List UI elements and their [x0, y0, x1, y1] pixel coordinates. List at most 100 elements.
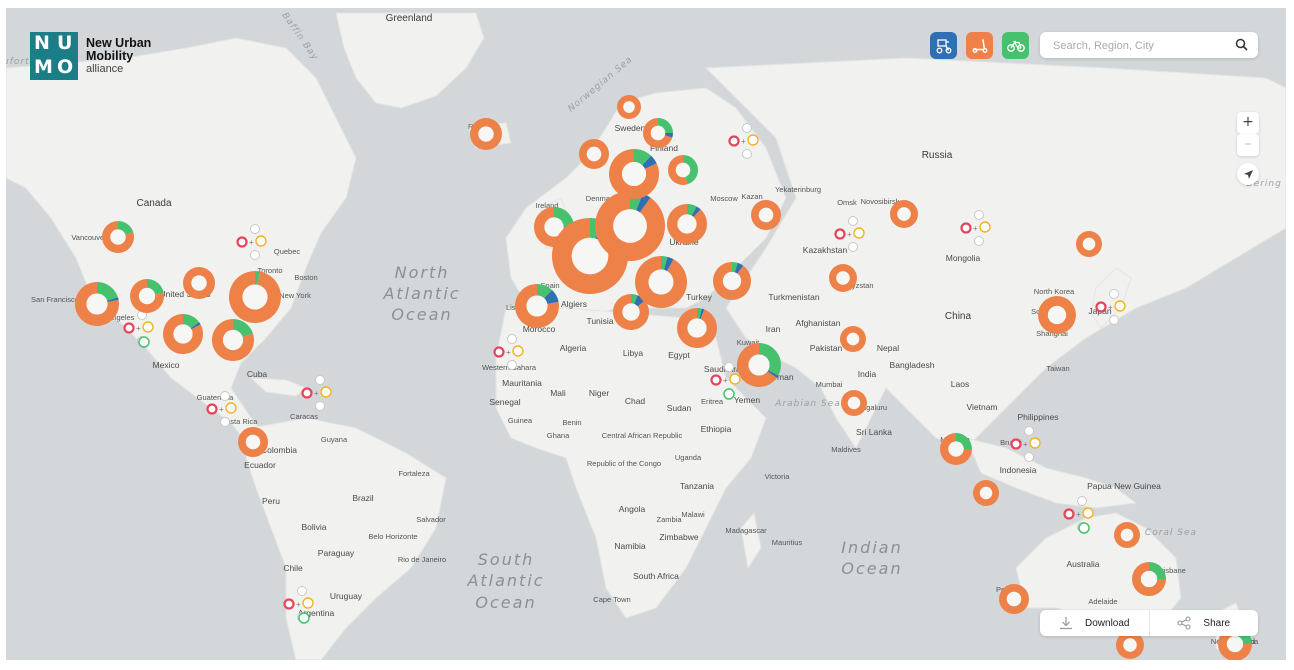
pending-bike-icon[interactable] — [1078, 522, 1090, 534]
pending-red-ring[interactable] — [834, 228, 846, 240]
pending-grey-ring[interactable] — [315, 375, 325, 385]
pending-grey-ring[interactable] — [250, 224, 260, 234]
pending-red-ring[interactable] — [236, 236, 248, 248]
share-icon — [1177, 616, 1191, 630]
pending-grey-ring[interactable] — [974, 210, 984, 220]
pending-scooter-icon[interactable] — [747, 134, 759, 146]
pending-scooter-icon[interactable] — [1082, 507, 1094, 519]
pending-grey-ring[interactable] — [848, 216, 858, 226]
donut-marker-israel[interactable] — [677, 308, 718, 348]
plus-symbol: + — [723, 376, 728, 385]
pending-scooter-icon[interactable] — [512, 345, 524, 357]
pending-red-ring[interactable] — [206, 403, 218, 415]
pending-grey-ring[interactable] — [848, 242, 858, 252]
place-label-salvador: Salvador — [416, 515, 446, 524]
pending-scooter-icon[interactable] — [302, 597, 314, 609]
place-label-turkmenistan: Turkmenistan — [768, 292, 819, 302]
pending-red-ring[interactable] — [710, 374, 722, 386]
donut-marker-germany[interactable] — [595, 191, 666, 261]
pending-grey-ring[interactable] — [742, 149, 752, 159]
pending-scooter-icon[interactable] — [320, 386, 332, 398]
pending-scooter-icon[interactable] — [979, 221, 991, 233]
bike-filter-button[interactable] — [1002, 32, 1029, 59]
pending-scooter-icon[interactable] — [1114, 300, 1126, 312]
donut-marker-east-coast[interactable] — [229, 271, 282, 324]
place-label-caracas: Caracas — [290, 412, 318, 421]
pending-red-ring[interactable] — [283, 598, 295, 610]
pending-grey-ring[interactable] — [315, 401, 325, 411]
pending-red-ring[interactable] — [493, 346, 505, 358]
pending-red-ring[interactable] — [728, 135, 740, 147]
pending-bike-icon[interactable] — [723, 388, 735, 400]
pending-bike-icon[interactable] — [138, 336, 150, 348]
donut-marker-turkey[interactable] — [712, 262, 752, 300]
pending-grey-ring[interactable] — [297, 586, 307, 596]
pending-red-ring[interactable] — [960, 222, 972, 234]
donut-marker-balkans[interactable] — [634, 256, 687, 308]
place-label-benin: Benin — [562, 418, 581, 427]
pending-scooter-icon[interactable] — [225, 402, 237, 414]
zoom-out-button[interactable]: – — [1237, 134, 1259, 156]
pending-red-ring[interactable] — [123, 322, 135, 334]
donut-hole — [622, 303, 640, 321]
donut-hole — [191, 275, 207, 291]
place-label-moscow: Moscow — [710, 194, 738, 203]
donut-marker-baltics[interactable] — [668, 155, 699, 185]
world-map[interactable]: North Atlantic Ocean South Atlantic Ocea… — [6, 8, 1286, 660]
pending-red-ring[interactable] — [1095, 301, 1107, 313]
donut-hole — [847, 396, 861, 410]
zoom-in-button[interactable]: + — [1237, 112, 1259, 134]
pending-grey-ring[interactable] — [507, 334, 517, 344]
pending-red-ring[interactable] — [1063, 508, 1075, 520]
plus-symbol: + — [973, 224, 978, 233]
pending-grey-ring[interactable] — [220, 417, 230, 427]
pending-scooter-icon[interactable] — [729, 373, 741, 385]
pending-scooter-icon[interactable] — [1029, 437, 1041, 449]
pending-scooter-icon[interactable] — [142, 321, 154, 333]
scooter-filter-button[interactable] — [966, 32, 993, 59]
pending-grey-ring[interactable] — [1109, 289, 1119, 299]
plus-symbol: + — [1023, 440, 1028, 449]
place-label-guinea: Guinea — [508, 416, 533, 425]
donut-marker-ukraine[interactable] — [666, 204, 707, 245]
pending-grey-ring[interactable] — [974, 236, 984, 246]
brand-logo[interactable]: N U M O New Urban Mobility alliance — [30, 32, 151, 80]
donut-marker-san-francisco[interactable] — [74, 282, 119, 326]
pending-grey-ring[interactable] — [220, 391, 230, 401]
donut-marker-malaysia[interactable] — [940, 433, 972, 465]
download-button[interactable]: Download — [1040, 610, 1149, 636]
pending-grey-ring[interactable] — [724, 362, 734, 372]
place-label-bangladesh: Bangladesh — [890, 360, 935, 370]
locate-button[interactable] — [1237, 163, 1259, 185]
pending-grey-ring[interactable] — [250, 250, 260, 260]
search-input[interactable] — [1051, 37, 1235, 55]
pending-grey-ring[interactable] — [1024, 452, 1034, 462]
donut-marker-texas[interactable] — [163, 314, 204, 355]
pending-red-ring[interactable] — [301, 387, 313, 399]
pending-grey-ring[interactable] — [1109, 315, 1119, 325]
share-button[interactable]: Share — [1148, 610, 1259, 636]
donut-marker-vancouver[interactable] — [102, 221, 134, 253]
search-icon[interactable] — [1235, 38, 1248, 51]
donut-marker-scandinavia[interactable] — [608, 149, 659, 200]
search-box[interactable] — [1040, 32, 1258, 58]
pending-red-ring[interactable] — [1010, 438, 1022, 450]
pending-grey-ring[interactable] — [1077, 496, 1087, 506]
pending-grey-ring[interactable] — [742, 123, 752, 133]
pending-grey-ring[interactable] — [507, 360, 517, 370]
donut-marker-spain[interactable] — [515, 284, 559, 329]
donut-hole — [846, 332, 860, 346]
donut-marker-brisbane[interactable] — [1132, 562, 1166, 596]
pending-grey-ring[interactable] — [1024, 426, 1034, 436]
donut-marker-gulf[interactable] — [737, 343, 781, 388]
donut-marker-florida[interactable] — [211, 319, 255, 361]
pending-scooter-icon[interactable] — [853, 227, 865, 239]
donut-marker-finland[interactable] — [643, 118, 673, 148]
donut-hole — [478, 126, 494, 142]
donut-marker-rockies[interactable] — [130, 279, 164, 314]
place-label-yekaterinburg: Yekaterinburg — [775, 185, 821, 194]
shared-mobility-filter-button[interactable] — [930, 32, 957, 59]
place-label-malawi: Malawi — [681, 510, 705, 519]
pending-bike-icon[interactable] — [298, 612, 310, 624]
pending-scooter-icon[interactable] — [255, 235, 267, 247]
